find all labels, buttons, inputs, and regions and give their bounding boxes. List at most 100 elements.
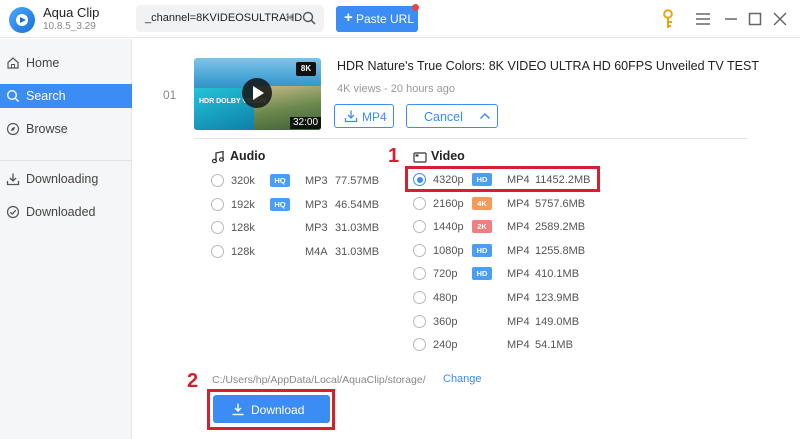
quality-badge: 4K bbox=[472, 196, 492, 210]
quality-badge: HD bbox=[472, 267, 492, 281]
radio-button[interactable] bbox=[413, 196, 426, 210]
radio-button[interactable] bbox=[413, 243, 426, 257]
app-name: Aqua Clip bbox=[43, 5, 100, 20]
option-quality: 720p bbox=[433, 268, 458, 281]
cancel-button[interactable]: Cancel bbox=[406, 104, 498, 128]
radio-button[interactable] bbox=[211, 244, 224, 258]
option-quality: 240p bbox=[433, 339, 458, 352]
search-icon[interactable] bbox=[302, 11, 316, 25]
search-icon bbox=[6, 89, 20, 103]
option-format: MP4 bbox=[507, 244, 530, 257]
menu-icon[interactable] bbox=[694, 10, 712, 28]
cancel-label: Cancel bbox=[424, 110, 463, 124]
sidebar-item-label: Downloading bbox=[26, 172, 99, 186]
highlight-box-4320p bbox=[405, 166, 600, 192]
video-camera-icon bbox=[413, 152, 427, 163]
play-icon[interactable] bbox=[242, 78, 272, 108]
plus-icon: + bbox=[344, 9, 353, 26]
option-format: MP3 bbox=[305, 175, 328, 187]
option-quality: 2160p bbox=[433, 197, 464, 210]
sidebar-item-search[interactable]: Search bbox=[0, 84, 132, 108]
video-option[interactable]: 1080p HD MP4 1255.8MB bbox=[413, 241, 603, 261]
url-search-box[interactable]: _channel=8KVIDEOSULTRAHD ✕ bbox=[136, 5, 324, 32]
sidebar-item-downloading[interactable]: Downloading bbox=[0, 167, 132, 191]
option-size: 46.54MB bbox=[335, 198, 380, 211]
title-bar: Aqua Clip 10.8.5_3.29 _channel=8KVIDEOSU… bbox=[0, 0, 800, 38]
video-duration: 32:00 bbox=[290, 117, 321, 129]
audio-option[interactable]: 320k HQ MP3 77.57MB bbox=[211, 171, 401, 191]
radio-button[interactable] bbox=[413, 338, 426, 352]
paste-url-button[interactable]: + Paste URL bbox=[336, 4, 419, 32]
radio-button[interactable] bbox=[413, 314, 426, 328]
audio-option[interactable]: 128k M4A 31.03MB bbox=[211, 242, 401, 262]
video-heading: Video bbox=[431, 149, 465, 163]
home-icon bbox=[7, 57, 19, 69]
radio-button[interactable] bbox=[211, 221, 224, 234]
search-input[interactable]: _channel=8KVIDEOSULTRAHD bbox=[145, 12, 302, 24]
sidebar-item-label: Browse bbox=[26, 122, 68, 136]
video-option[interactable]: 480p MP4 123.9MB bbox=[413, 288, 603, 308]
video-option[interactable]: 720p HD MP4 410.1MB bbox=[413, 264, 603, 284]
app-version: 10.8.5_3.29 bbox=[43, 21, 96, 32]
video-thumbnail[interactable]: 8K HDR DOLBY VISION 32:00 bbox=[194, 58, 321, 130]
option-size: 54.1MB bbox=[535, 339, 573, 352]
radio-button[interactable] bbox=[211, 197, 224, 211]
download-button[interactable]: Download bbox=[213, 395, 330, 423]
option-format: M4A bbox=[305, 245, 328, 258]
format-mp4-button[interactable]: MP4 bbox=[334, 104, 394, 128]
sidebar-divider bbox=[0, 160, 132, 161]
option-quality: 320k bbox=[231, 175, 255, 187]
option-quality: 128k bbox=[231, 222, 255, 234]
option-format: MP4 bbox=[507, 268, 530, 281]
option-size: 31.03MB bbox=[335, 245, 380, 258]
download-icon bbox=[344, 110, 358, 123]
option-size: 410.1MB bbox=[535, 268, 580, 281]
option-size: 149.0MB bbox=[535, 315, 580, 328]
change-path-link[interactable]: Change bbox=[443, 373, 482, 385]
option-format: MP3 bbox=[305, 222, 328, 234]
sidebar-item-browse[interactable]: Browse bbox=[0, 117, 132, 141]
download-label: Download bbox=[251, 403, 305, 417]
radio-button[interactable] bbox=[413, 267, 426, 281]
video-option[interactable]: 240p MP4 54.1MB bbox=[413, 335, 603, 355]
key-icon[interactable] bbox=[660, 9, 676, 29]
radio-button[interactable] bbox=[413, 291, 426, 304]
close-icon[interactable] bbox=[771, 10, 789, 28]
video-meta: 4K views - 20 hours ago bbox=[337, 83, 456, 95]
quality-badge: 2K bbox=[472, 220, 492, 234]
quality-badge: HQ bbox=[270, 197, 290, 211]
quality-badge: HQ bbox=[270, 174, 290, 187]
clear-icon[interactable]: ✕ bbox=[284, 10, 295, 26]
option-size: 123.9MB bbox=[535, 292, 580, 304]
music-note-icon bbox=[211, 150, 225, 164]
divider bbox=[194, 138, 748, 139]
8k-badge: 8K bbox=[296, 62, 316, 76]
option-quality: 360p bbox=[433, 315, 458, 328]
option-size: 2589.2MB bbox=[535, 221, 586, 234]
notification-dot bbox=[412, 4, 419, 11]
download-icon bbox=[6, 173, 20, 186]
option-format: MP4 bbox=[507, 197, 530, 210]
sidebar-item-home[interactable]: Home bbox=[0, 51, 132, 75]
check-circle-icon bbox=[6, 205, 20, 219]
sidebar-item-label: Home bbox=[26, 56, 60, 70]
option-quality: 1080p bbox=[433, 244, 464, 257]
video-title: HDR Nature's True Colors: 8K VIDEO ULTRA… bbox=[337, 59, 759, 73]
video-option[interactable]: 1440p 2K MP4 2589.2MB bbox=[413, 217, 603, 237]
radio-button[interactable] bbox=[211, 174, 224, 187]
video-option[interactable]: 360p MP4 149.0MB bbox=[413, 312, 603, 332]
quality-badge: HD bbox=[472, 243, 492, 257]
option-size: 5757.6MB bbox=[535, 197, 586, 210]
chevron-up-icon bbox=[479, 112, 491, 120]
sidebar-item-downloaded[interactable]: Downloaded bbox=[0, 200, 132, 224]
option-size: 77.57MB bbox=[335, 175, 380, 187]
option-quality: 128k bbox=[231, 245, 255, 258]
maximize-icon[interactable] bbox=[746, 10, 764, 28]
video-option[interactable]: 2160p 4K MP4 5757.6MB bbox=[413, 194, 603, 214]
minimize-icon[interactable] bbox=[722, 10, 740, 28]
radio-button[interactable] bbox=[413, 220, 426, 234]
download-icon bbox=[232, 403, 244, 416]
audio-option[interactable]: 192k HQ MP3 46.54MB bbox=[211, 195, 401, 215]
option-quality: 192k bbox=[231, 198, 255, 211]
audio-option[interactable]: 128k MP3 31.03MB bbox=[211, 218, 401, 238]
